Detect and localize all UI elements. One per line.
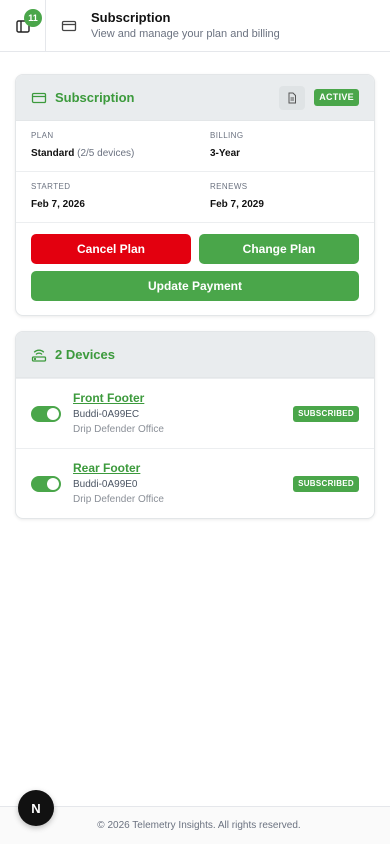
renews-value: Feb 7, 2029 xyxy=(210,199,264,210)
plan-label: PLAN xyxy=(31,131,54,140)
subscription-card: Subscription ACTIVE PLAN Standard (2/5 d… xyxy=(15,74,375,316)
device-name-link[interactable]: Front Footer xyxy=(73,391,164,406)
page-subtitle: View and manage your plan and billing xyxy=(91,28,280,40)
device-row: Rear Footer Buddi-0A99E0 Drip Defender O… xyxy=(16,448,374,518)
document-icon xyxy=(288,92,297,103)
status-badge: ACTIVE xyxy=(314,89,359,106)
billing-cell: BILLING 3-Year xyxy=(195,121,374,171)
credit-card-icon xyxy=(31,92,47,103)
plan-value: Standard (2/5 devices) xyxy=(31,148,180,160)
toggle-knob xyxy=(47,477,59,490)
subscribed-badge: SUBSCRIBED xyxy=(293,405,359,422)
update-payment-button[interactable]: Update Payment xyxy=(31,271,359,301)
started-cell: STARTED Feb 7, 2026 xyxy=(16,172,195,222)
footer: © 2026 Telemetry Insights. All rights re… xyxy=(0,806,390,844)
dates-row: STARTED Feb 7, 2026 RENEWS Feb 7, 2029 xyxy=(16,172,374,223)
device-location: Drip Defender Office xyxy=(73,424,164,435)
dev-tools-button[interactable]: N xyxy=(18,790,54,826)
change-plan-button[interactable]: Change Plan xyxy=(199,234,359,264)
renews-label: RENEWS xyxy=(210,182,248,191)
plan-name: Standard xyxy=(31,148,75,159)
sidebar-toggle-button[interactable]: 11 xyxy=(0,0,46,52)
page-title: Subscription xyxy=(91,10,171,25)
router-icon xyxy=(31,349,47,362)
device-toggle[interactable] xyxy=(31,475,61,492)
subscribed-badge: SUBSCRIBED xyxy=(293,475,359,492)
cancel-plan-button[interactable]: Cancel Plan xyxy=(31,234,191,264)
copyright-text: © 2026 Telemetry Insights. All rights re… xyxy=(97,820,301,831)
device-toggle[interactable] xyxy=(31,405,61,422)
device-info: Rear Footer Buddi-0A99E0 Drip Defender O… xyxy=(73,461,164,506)
subscription-card-header: Subscription ACTIVE xyxy=(16,75,374,121)
device-id: Buddi-0A99EC xyxy=(73,409,140,420)
toggle-knob xyxy=(47,407,59,420)
billing-label: BILLING xyxy=(210,131,244,140)
plan-billing-row: PLAN Standard (2/5 devices) BILLING 3-Ye… xyxy=(16,121,374,172)
started-value: Feb 7, 2026 xyxy=(31,199,85,210)
top-bar: 11 Subscription View and manage your pla… xyxy=(0,0,390,52)
device-info: Front Footer Buddi-0A99EC Drip Defender … xyxy=(73,391,164,436)
renews-cell: RENEWS Feb 7, 2029 xyxy=(195,172,374,222)
n-logo-icon: N xyxy=(31,800,41,816)
subscription-card-title: Subscription xyxy=(55,90,135,105)
plan-actions: Cancel Plan Change Plan xyxy=(16,223,374,264)
devices-card-title: 2 Devices xyxy=(55,347,115,362)
notification-count-badge: 11 xyxy=(24,8,42,27)
plan-device-usage: (2/5 devices) xyxy=(77,148,135,159)
invoice-button[interactable] xyxy=(279,85,306,110)
device-name-link[interactable]: Rear Footer xyxy=(73,461,164,476)
plan-cell: PLAN Standard (2/5 devices) xyxy=(16,121,195,171)
credit-card-icon xyxy=(61,20,77,31)
devices-card: 2 Devices Front Footer Buddi-0A99EC Drip… xyxy=(15,331,375,519)
device-id: Buddi-0A99E0 xyxy=(73,479,138,490)
page-heading: Subscription View and manage your plan a… xyxy=(91,10,280,41)
device-location: Drip Defender Office xyxy=(73,494,164,505)
started-label: STARTED xyxy=(31,182,71,191)
device-row: Front Footer Buddi-0A99EC Drip Defender … xyxy=(16,378,374,448)
billing-value: 3-Year xyxy=(210,148,241,159)
devices-card-header: 2 Devices xyxy=(16,332,374,378)
